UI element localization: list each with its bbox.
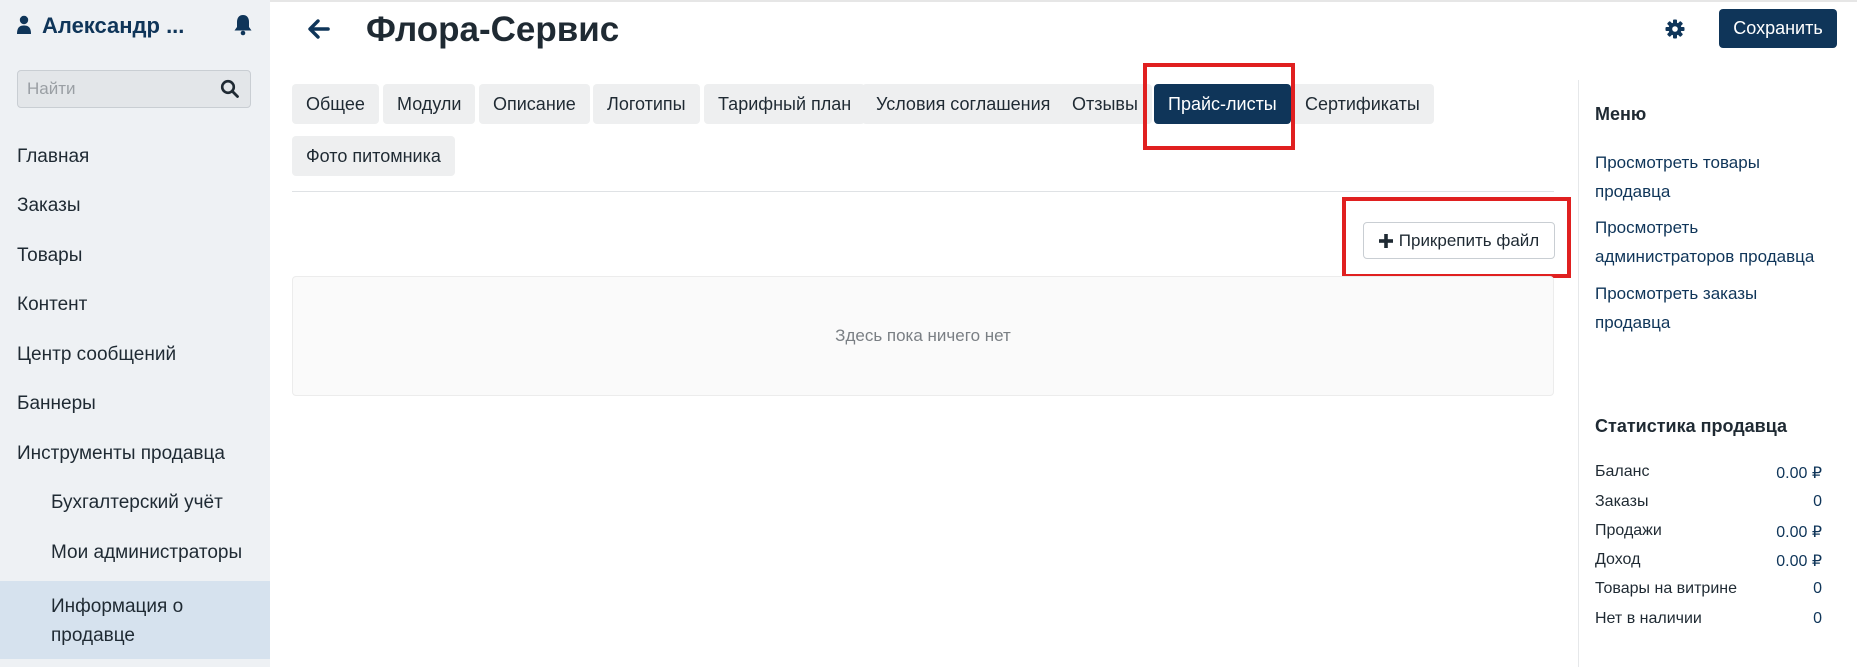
tab-agreement-terms[interactable]: Условия соглашения: [862, 84, 1065, 124]
sidebar-item-banners[interactable]: Баннеры: [0, 380, 270, 430]
stat-value: 0.00 ₽: [1776, 465, 1822, 482]
sidebar-subitem-seller-info-label: Информация о продавце: [51, 595, 184, 646]
tab-certificates[interactable]: Сертификаты: [1291, 84, 1434, 124]
right-panel-divider: [1578, 80, 1579, 667]
stat-row-orders: Заказы 0: [1595, 493, 1822, 519]
menu-heading: Меню: [1595, 104, 1647, 124]
sidebar-subitem-seller-info[interactable]: Информация о продавце: [0, 580, 270, 659]
empty-state-text: Здесь пока ничего нет: [835, 326, 1011, 345]
search-input[interactable]: [18, 71, 217, 107]
attach-file-button[interactable]: Прикрепить файл: [1363, 222, 1555, 259]
tab-reviews[interactable]: Отзывы: [1058, 84, 1152, 124]
attach-file-label: Прикрепить файл: [1398, 230, 1540, 250]
sidebar-subitem-accounting[interactable]: Бухгалтерский учёт: [0, 479, 270, 529]
sidebar-item-orders[interactable]: Заказы: [0, 182, 270, 232]
tab-modules[interactable]: Модули: [383, 84, 476, 124]
tab-tariff-plan[interactable]: Тарифный план: [704, 84, 866, 124]
tab-description[interactable]: Описание: [479, 84, 590, 124]
tab-price-lists[interactable]: Прайс-листы: [1154, 84, 1291, 124]
search-icon[interactable]: [220, 79, 240, 99]
link-view-seller-products[interactable]: Просмотреть товары продавца: [1595, 148, 1825, 206]
stat-row-showcase-products: Товары на витрине 0: [1595, 580, 1822, 606]
stat-label: Продажи: [1595, 522, 1662, 539]
stat-row-sales: Продажи 0.00 ₽: [1595, 522, 1822, 548]
stat-label: Баланс: [1595, 463, 1650, 480]
link-view-seller-admins[interactable]: Просмотреть администраторов продавца: [1595, 213, 1825, 271]
sidebar-item-products[interactable]: Товары: [0, 231, 270, 281]
sidebar-subitem-my-admins[interactable]: Мои администраторы: [0, 528, 270, 578]
sidebar-item-message-center[interactable]: Центр сообщений: [0, 330, 270, 380]
search-box: [17, 70, 251, 108]
stat-label: Товары на витрине: [1595, 580, 1737, 597]
top-divider: [270, 0, 1857, 2]
stat-value: 0: [1813, 610, 1822, 627]
stat-row-balance: Баланс 0.00 ₽: [1595, 463, 1822, 489]
sidebar-item-seller-tools[interactable]: Инструменты продавца: [0, 429, 270, 479]
tabs-divider: [292, 191, 1554, 192]
stat-row-income: Доход 0.00 ₽: [1595, 551, 1822, 577]
stat-label: Заказы: [1595, 493, 1649, 510]
sidebar-nav: Главная Заказы Товары Контент Центр сооб…: [0, 132, 270, 659]
stat-label: Нет в наличии: [1595, 610, 1702, 627]
sidebar-item-home[interactable]: Главная: [0, 132, 270, 182]
tab-nursery-photos[interactable]: Фото питомника: [292, 136, 455, 176]
empty-state: Здесь пока ничего нет: [292, 276, 1554, 396]
sidebar: Александр ... Главная Заказы Товары Конт…: [0, 0, 270, 667]
stat-label: Доход: [1595, 551, 1641, 568]
plus-icon: [1378, 233, 1393, 248]
page-title: Флора-Сервис: [366, 10, 620, 49]
stat-row-out-of-stock: Нет в наличии 0: [1595, 610, 1822, 636]
stat-value: 0: [1813, 580, 1822, 597]
link-view-seller-orders[interactable]: Просмотреть заказы продавца: [1595, 279, 1825, 337]
save-button[interactable]: Сохранить: [1719, 9, 1837, 48]
stat-value: 0: [1813, 493, 1822, 510]
back-arrow-icon[interactable]: [308, 19, 330, 39]
user-icon: [17, 15, 31, 34]
tab-logos[interactable]: Логотипы: [593, 84, 700, 124]
stats-heading: Статистика продавца: [1595, 416, 1788, 436]
bell-icon[interactable]: [233, 14, 253, 36]
stat-value: 0.00 ₽: [1776, 524, 1822, 541]
user-menu[interactable]: Александр ...: [17, 12, 253, 40]
sidebar-item-content[interactable]: Контент: [0, 281, 270, 331]
gear-icon[interactable]: [1664, 18, 1686, 40]
stat-value: 0.00 ₽: [1776, 553, 1822, 570]
user-name[interactable]: Александр ...: [42, 13, 184, 39]
tab-general[interactable]: Общее: [292, 84, 379, 124]
